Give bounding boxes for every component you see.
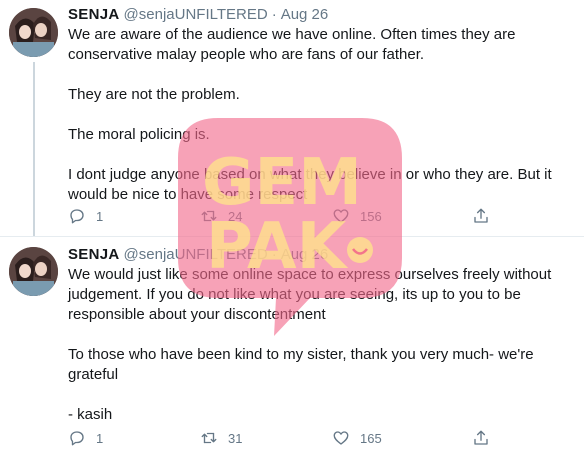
reply-button[interactable]: 1 xyxy=(68,428,103,448)
tweet-actions: 1 24 156 xyxy=(68,206,498,226)
tweet-text: We would just like some online space to … xyxy=(68,265,568,425)
tweet-date[interactable]: Aug 26 xyxy=(281,6,329,23)
tweet-paragraph: I dont judge anyone based on what they b… xyxy=(68,166,552,203)
tweet-2[interactable]: SENJA @senjaUNFILTERED · Aug 26 We would ju… xyxy=(0,237,584,459)
thread-connector xyxy=(33,62,35,236)
like-button[interactable]: 156 xyxy=(332,206,382,226)
reply-icon xyxy=(70,431,84,446)
share-button[interactable] xyxy=(472,206,490,226)
tweet-paragraph: - kasih xyxy=(68,406,113,423)
share-button[interactable] xyxy=(472,428,490,448)
share-icon xyxy=(474,430,488,445)
retweet-icon xyxy=(201,432,217,444)
tweet-actions: 1 31 165 xyxy=(68,428,498,448)
reply-button[interactable]: 1 xyxy=(68,206,103,226)
reply-count: 1 xyxy=(96,208,104,224)
reply-icon xyxy=(70,209,84,224)
like-count: 165 xyxy=(360,430,382,446)
reply-count: 1 xyxy=(96,430,104,446)
avatar[interactable] xyxy=(9,8,58,57)
author-handle[interactable]: @senjaUNFILTERED xyxy=(124,6,268,23)
author-name[interactable]: SENJA xyxy=(68,6,120,23)
retweet-count: 24 xyxy=(228,208,243,224)
tweet-paragraph: We would just like some online space to … xyxy=(68,266,552,323)
retweet-button[interactable]: 31 xyxy=(200,428,242,448)
avatar[interactable] xyxy=(9,247,58,296)
tweet-paragraph: To those who have been kind to my sister… xyxy=(68,346,534,383)
tweet-date[interactable]: Aug 26 xyxy=(281,246,329,263)
separator-dot: · xyxy=(271,246,277,263)
heart-icon xyxy=(333,209,349,223)
tweet-header: SENJA @senjaUNFILTERED · Aug 26 xyxy=(68,245,328,265)
tweet-header: SENJA @senjaUNFILTERED · Aug 26 xyxy=(68,5,328,25)
heart-icon xyxy=(333,431,349,445)
separator-dot: · xyxy=(271,6,277,23)
tweet-paragraph: The moral policing is. xyxy=(68,126,210,143)
retweet-icon xyxy=(201,210,217,222)
tweet-paragraph: We are aware of the audience we have onl… xyxy=(68,26,516,63)
avatar-image xyxy=(9,8,58,57)
avatar-image xyxy=(9,247,58,296)
like-count: 156 xyxy=(360,208,382,224)
tweet-1[interactable]: SENJA @senjaUNFILTERED · Aug 26 We are awar… xyxy=(0,0,584,237)
tweet-text: We are aware of the audience we have onl… xyxy=(68,25,568,205)
author-name[interactable]: SENJA xyxy=(68,246,120,263)
retweet-count: 31 xyxy=(228,430,243,446)
tweet-paragraph: They are not the problem. xyxy=(68,86,240,103)
author-handle[interactable]: @senjaUNFILTERED xyxy=(124,246,268,263)
share-icon xyxy=(474,208,488,223)
like-button[interactable]: 165 xyxy=(332,428,382,448)
retweet-button[interactable]: 24 xyxy=(200,206,242,226)
